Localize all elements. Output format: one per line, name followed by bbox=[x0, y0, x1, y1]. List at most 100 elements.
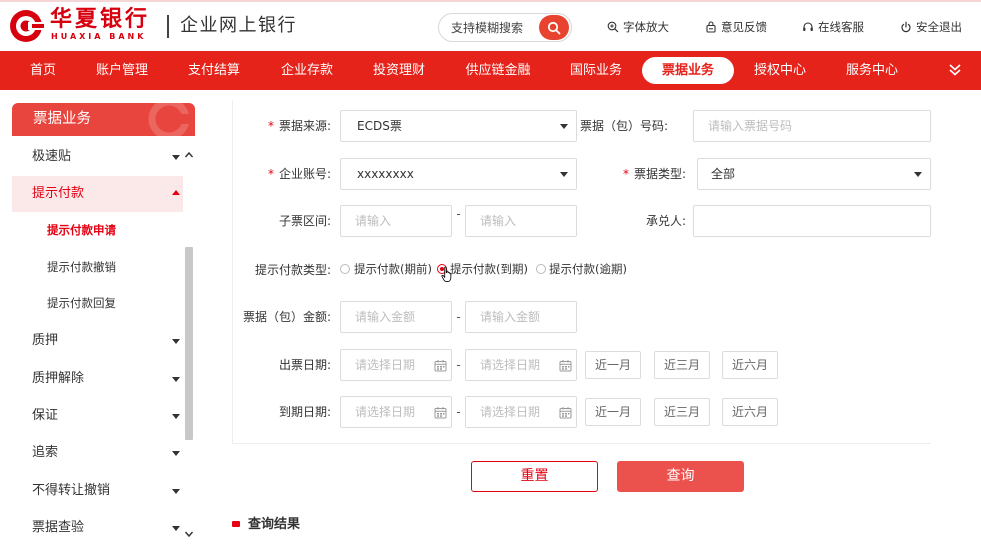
sidebar-scrollbar[interactable] bbox=[183, 136, 195, 545]
issue-date-last-6-months-button[interactable]: 近六月 bbox=[722, 351, 778, 379]
calendar-icon[interactable] bbox=[559, 406, 572, 419]
sub-range-to-input[interactable] bbox=[466, 206, 576, 236]
sidebar-subitem-payment-apply[interactable]: 提示付款申请 bbox=[12, 213, 183, 247]
scroll-thumb[interactable] bbox=[185, 247, 193, 440]
calendar-icon[interactable] bbox=[434, 406, 447, 419]
nav-item-authorization[interactable]: 授权中心 bbox=[754, 51, 806, 90]
account-label-text: 企业账号: bbox=[278, 167, 331, 181]
range-separator: - bbox=[456, 358, 461, 372]
sidebar-item-guarantee[interactable]: 保证 bbox=[12, 399, 183, 433]
nav-item-accounts[interactable]: 账户管理 bbox=[96, 51, 148, 90]
sidebar-header: 票据业务 bbox=[12, 103, 195, 136]
nav-item-payments[interactable]: 支付结算 bbox=[188, 51, 240, 90]
nav-item-bills[interactable]: 票据业务 bbox=[662, 51, 714, 90]
bill-type-label-text: 票据类型: bbox=[633, 167, 686, 181]
radio-payment-overdue[interactable] bbox=[536, 264, 546, 274]
feedback-icon bbox=[706, 21, 716, 33]
bill-source-label: * 票据来源: bbox=[211, 110, 331, 142]
sidebar-menu: 极速贴 提示付款 提示付款申请 提示付款撤销 提示付款回复 质押 质押解除 保证… bbox=[12, 136, 183, 545]
required-mark: * bbox=[267, 167, 274, 181]
sidebar-item-quick-discount[interactable]: 极速贴 bbox=[12, 140, 183, 174]
sub-range-label: 子票区间: bbox=[278, 214, 331, 228]
reset-button[interactable]: 重置 bbox=[471, 461, 598, 492]
amount-to-input[interactable] bbox=[466, 302, 576, 332]
account-label: * 企业账号: bbox=[211, 158, 331, 190]
bill-number-input[interactable] bbox=[694, 111, 930, 141]
sidebar-subitem-label: 提示付款撤销 bbox=[47, 260, 116, 274]
top-accent-line bbox=[0, 0, 981, 2]
calendar-icon[interactable] bbox=[434, 359, 447, 372]
online-service-link[interactable]: 在线客服 bbox=[802, 19, 864, 35]
results-title-marker bbox=[232, 521, 240, 527]
logout-label: 安全退出 bbox=[916, 20, 962, 34]
acceptor-input[interactable] bbox=[694, 206, 930, 236]
due-date-to-field bbox=[465, 396, 577, 428]
sidebar-item-recourse[interactable]: 追索 bbox=[12, 436, 183, 470]
sub-range-from-input[interactable] bbox=[341, 206, 451, 236]
bill-number-label: 票据（包）号码: bbox=[579, 119, 668, 133]
sidebar-item-label: 不得转让撤销 bbox=[32, 483, 111, 498]
sidebar-item-payment-prompt[interactable]: 提示付款 bbox=[12, 176, 183, 212]
logout-link[interactable]: 安全退出 bbox=[900, 19, 962, 35]
nav-item-international[interactable]: 国际业务 bbox=[570, 51, 622, 90]
main-nav: 首页 账户管理 支付结算 企业存款 投资理财 供应链金融 国际业务 票据业务 授… bbox=[0, 51, 981, 90]
sidebar-header-watermark bbox=[148, 103, 191, 136]
nav-item-home[interactable]: 首页 bbox=[30, 51, 56, 90]
header-divider bbox=[167, 15, 169, 38]
sidebar-item-pledge[interactable]: 质押 bbox=[12, 324, 183, 358]
caret-down-icon bbox=[172, 451, 180, 456]
sidebar-item-label: 质押 bbox=[32, 333, 59, 348]
issue-date-last-month-button[interactable]: 近一月 bbox=[585, 351, 641, 379]
radio-payment-early-label[interactable]: 提示付款(期前) bbox=[354, 261, 432, 277]
sidebar-item-pledge-release[interactable]: 质押解除 bbox=[12, 362, 183, 396]
amount-from-input[interactable] bbox=[341, 302, 451, 332]
bill-type-label: * 票据类型: bbox=[566, 158, 686, 190]
product-name: 企业网上银行 bbox=[180, 15, 297, 36]
issue-date-last-3-months-button[interactable]: 近三月 bbox=[654, 351, 710, 379]
account-value: xxxxxxxx bbox=[357, 167, 414, 181]
search-icon bbox=[547, 21, 561, 34]
bill-source-select[interactable]: ECDS票 bbox=[340, 110, 577, 142]
search-input[interactable] bbox=[451, 14, 539, 41]
calendar-icon[interactable] bbox=[559, 359, 572, 372]
amount-label: 票据（包）金额: bbox=[242, 310, 331, 324]
sidebar-item-bill-verify[interactable]: 票据查验 bbox=[12, 511, 183, 545]
sidebar-subitem-payment-reply[interactable]: 提示付款回复 bbox=[12, 286, 183, 320]
caret-down-icon bbox=[172, 339, 180, 344]
due-date-last-3-months-button[interactable]: 近三月 bbox=[654, 398, 710, 426]
caret-down-icon bbox=[172, 489, 180, 494]
sidebar-item-non-transfer-revoke[interactable]: 不得转让撤销 bbox=[12, 474, 183, 508]
nav-item-deposits[interactable]: 企业存款 bbox=[281, 51, 333, 90]
sub-range-from-field bbox=[340, 205, 452, 237]
caret-up-icon bbox=[172, 190, 180, 195]
sidebar-subitem-payment-revoke[interactable]: 提示付款撤销 bbox=[12, 250, 183, 284]
due-date-last-6-months-button[interactable]: 近六月 bbox=[722, 398, 778, 426]
account-select[interactable]: xxxxxxxx bbox=[340, 158, 577, 190]
amount-to-field bbox=[465, 301, 577, 333]
scroll-up-icon[interactable] bbox=[184, 150, 194, 160]
feedback-link[interactable]: 意见反馈 bbox=[705, 19, 767, 35]
query-button[interactable]: 查询 bbox=[617, 461, 744, 492]
double-chevron-down-icon[interactable] bbox=[948, 63, 962, 77]
due-date-from-field bbox=[340, 396, 452, 428]
payment-type-label: 提示付款类型: bbox=[254, 263, 331, 277]
search-button[interactable] bbox=[539, 15, 569, 40]
caret-down-icon bbox=[172, 526, 180, 531]
due-date-last-month-button[interactable]: 近一月 bbox=[585, 398, 641, 426]
required-mark: * bbox=[622, 167, 629, 181]
nav-item-supply-chain[interactable]: 供应链金融 bbox=[465, 51, 530, 90]
zoom-in-icon bbox=[607, 21, 619, 33]
radio-payment-due-label[interactable]: 提示付款(到期) bbox=[450, 261, 528, 277]
acceptor-field bbox=[693, 205, 931, 237]
sidebar-item-label: 追索 bbox=[32, 445, 59, 460]
nav-item-service[interactable]: 服务中心 bbox=[846, 51, 898, 90]
power-icon bbox=[901, 21, 911, 33]
font-zoom-link[interactable]: 字体放大 bbox=[607, 19, 669, 35]
radio-payment-overdue-label[interactable]: 提示付款(逾期) bbox=[549, 261, 627, 277]
range-separator: - bbox=[456, 207, 461, 221]
scroll-down-icon[interactable] bbox=[184, 529, 194, 539]
radio-payment-early[interactable] bbox=[340, 264, 350, 274]
bank-name-english: HUAXIA BANK bbox=[51, 32, 147, 41]
bill-type-select[interactable]: 全部 bbox=[697, 158, 931, 190]
nav-item-investment[interactable]: 投资理财 bbox=[373, 51, 425, 90]
